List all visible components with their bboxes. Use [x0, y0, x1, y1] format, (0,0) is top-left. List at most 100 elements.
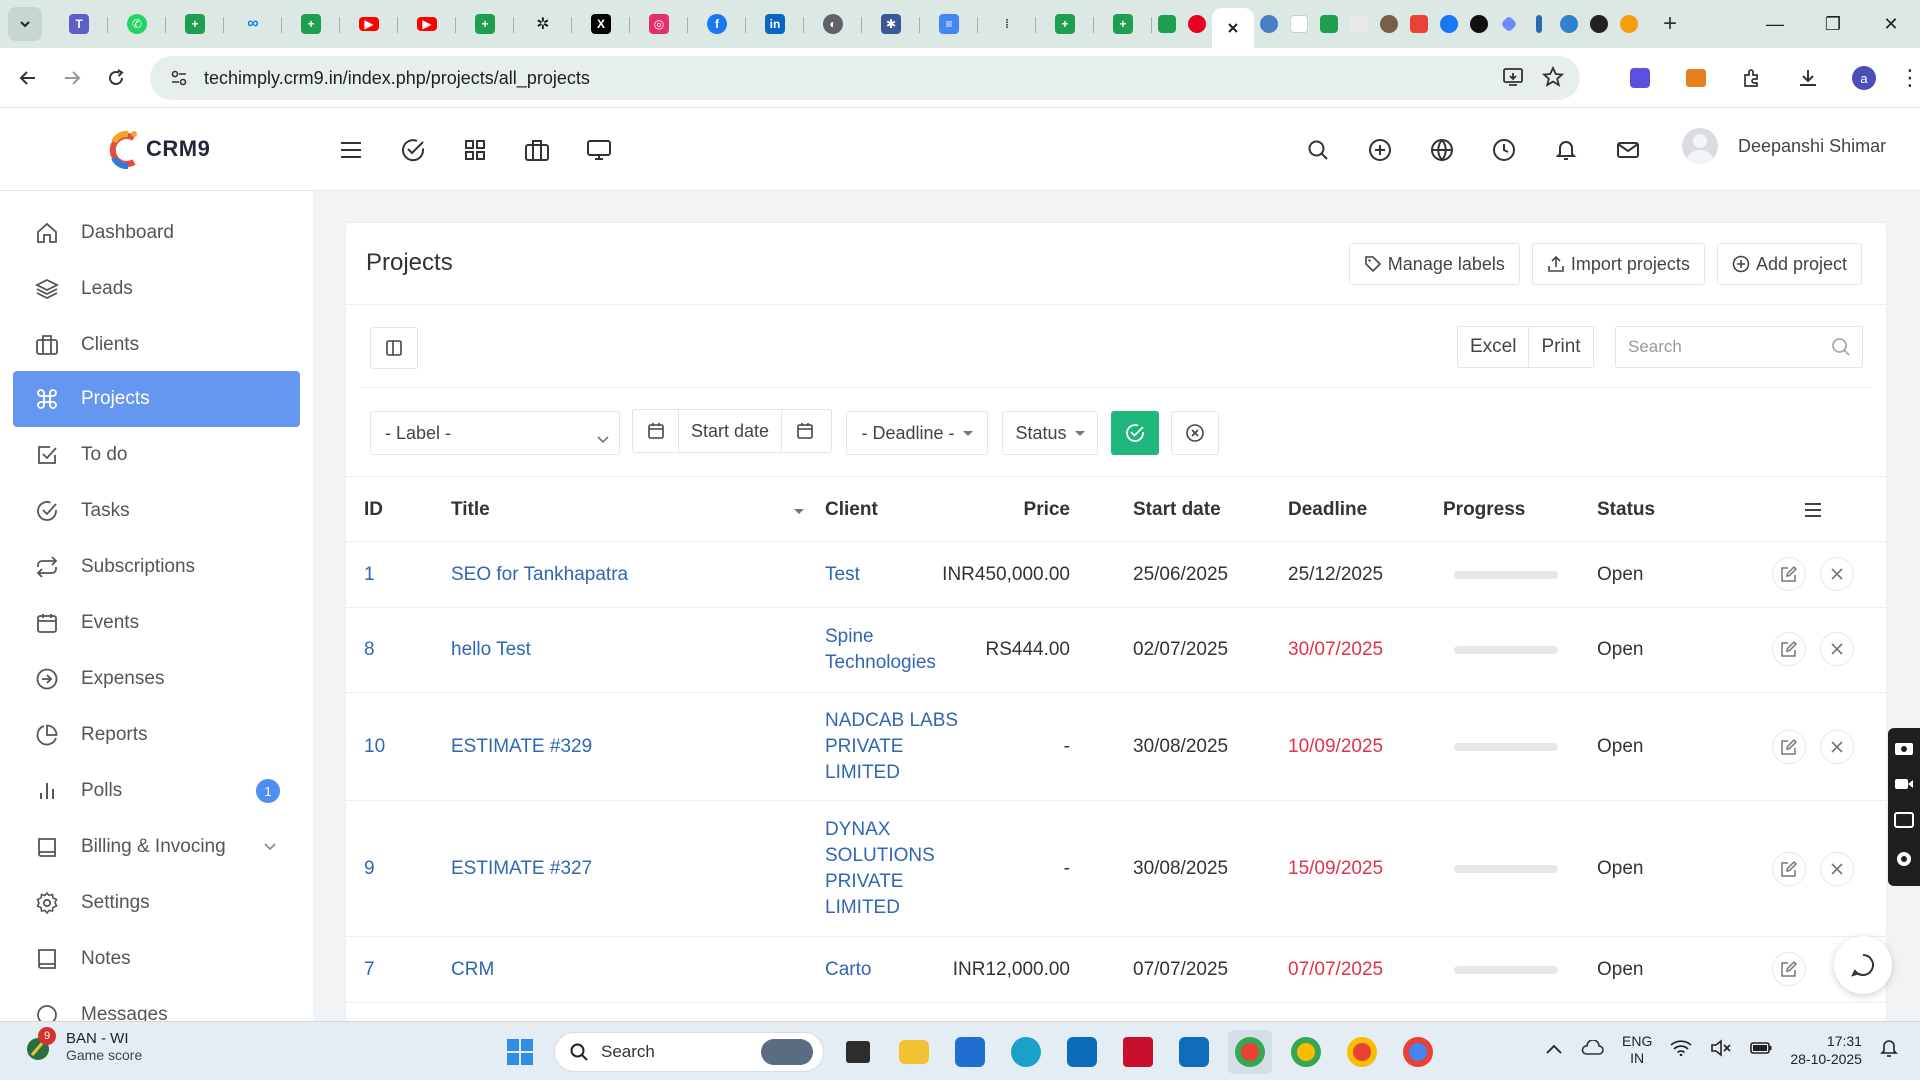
tab-gemini-icon[interactable] — [1494, 9, 1524, 39]
cell-title[interactable]: CRM — [451, 957, 494, 983]
grid-icon[interactable] — [457, 132, 493, 168]
cell-title[interactable]: ESTIMATE #327 — [451, 856, 592, 882]
tab-info-icon[interactable] — [1524, 9, 1554, 39]
monitor-icon[interactable] — [581, 132, 617, 168]
tab-sheets-icon[interactable]: + — [282, 5, 340, 43]
tab-sheets-icon[interactable]: + — [166, 5, 224, 43]
language-indicator[interactable]: ENG IN — [1622, 1033, 1652, 1067]
status-filter[interactable]: Status — [1002, 411, 1098, 455]
delete-icon[interactable] — [1820, 730, 1854, 764]
tab-amazon-icon[interactable] — [1284, 9, 1314, 39]
col-price[interactable]: Price — [966, 499, 1070, 521]
tab-youtube-icon[interactable]: ▶ — [340, 5, 398, 43]
crm9-logo[interactable]: CRM9 — [106, 128, 210, 170]
delete-icon[interactable] — [1820, 557, 1854, 591]
sidebar-item-messages[interactable]: Messages — [13, 987, 300, 1021]
tab-puzzle-icon[interactable]: ✱ — [862, 5, 920, 43]
sidebar-item-billing[interactable]: Billing & Invocing — [13, 819, 300, 875]
taskbar-search[interactable]: Search — [554, 1032, 824, 1072]
weather-widget[interactable]: 9 BAN - WI Game score — [24, 1026, 142, 1063]
tab-meta-icon[interactable]: ∞ — [224, 5, 282, 43]
settings-gear-icon[interactable] — [1894, 849, 1914, 874]
search-input[interactable] — [1628, 337, 1818, 357]
tab-facebook-icon[interactable]: f — [688, 5, 746, 43]
edit-icon[interactable] — [1772, 730, 1806, 764]
plus-circle-icon[interactable] — [1362, 132, 1398, 168]
notifications-bell-icon[interactable] — [1880, 1038, 1898, 1063]
tab-youtube-icon[interactable]: ▶ — [398, 5, 456, 43]
tab-gmail-icon[interactable] — [1404, 9, 1434, 39]
cell-id[interactable]: 10 — [364, 734, 385, 760]
tab-x-icon[interactable]: X — [572, 5, 630, 43]
mail-icon[interactable] — [1610, 132, 1646, 168]
edit-icon[interactable] — [1772, 852, 1806, 886]
reload-icon[interactable] — [94, 56, 138, 100]
microsoft-store-icon[interactable] — [948, 1030, 992, 1074]
new-tab-button[interactable]: + — [1652, 6, 1688, 42]
search-icon[interactable] — [1830, 336, 1852, 358]
cell-id[interactable]: 7 — [364, 957, 375, 983]
tab-refresh-icon[interactable] — [1254, 9, 1284, 39]
tab-globe-icon[interactable]: ◐ — [804, 5, 862, 43]
sidebar-item-events[interactable]: Events — [13, 595, 300, 651]
speaker-muted-icon[interactable] — [1710, 1038, 1732, 1062]
hamburger-menu-icon[interactable] — [333, 132, 369, 168]
deadline-filter[interactable]: - Deadline - — [846, 411, 988, 455]
import-projects-button[interactable]: Import projects — [1531, 243, 1705, 285]
dell-icon[interactable] — [1060, 1030, 1104, 1074]
user-menu[interactable]: Deepanshi Shimar — [1682, 128, 1886, 164]
sidebar-item-todo[interactable]: To do — [13, 427, 300, 483]
tab-sheets-icon[interactable]: + — [456, 5, 514, 43]
tab-extension-icon[interactable]: ⁞ — [978, 5, 1036, 43]
sidebar-item-clients[interactable]: Clients — [13, 317, 300, 373]
close-window-icon[interactable]: ✕ — [1862, 0, 1920, 48]
columns-menu-icon[interactable] — [1803, 501, 1823, 524]
tab-close-icon[interactable] — [1226, 21, 1240, 35]
bookmark-star-icon[interactable] — [1542, 66, 1564, 88]
col-client[interactable]: Client — [825, 499, 878, 521]
outlook-icon[interactable] — [1172, 1030, 1216, 1074]
briefcase-icon[interactable] — [519, 132, 555, 168]
cell-client[interactable]: Carto — [825, 957, 871, 983]
tab-meta-icon[interactable] — [1434, 9, 1464, 39]
chrome-profile-ad-icon[interactable] — [1396, 1030, 1440, 1074]
mcafee-icon[interactable] — [1116, 1030, 1160, 1074]
downloads-icon[interactable] — [1788, 58, 1828, 98]
profile-avatar-icon[interactable]: a — [1844, 58, 1884, 98]
sidebar-item-notes[interactable]: Notes — [13, 931, 300, 987]
minimize-icon[interactable]: — — [1746, 0, 1804, 48]
start-date-label[interactable]: Start date — [679, 421, 781, 442]
forward-icon[interactable] — [50, 56, 94, 100]
tab-sheets-icon[interactable]: + — [1036, 5, 1094, 43]
maximize-icon[interactable]: ❐ — [1804, 0, 1862, 48]
chrome-profile-a2-icon[interactable] — [1340, 1030, 1384, 1074]
tab-docs-icon[interactable]: ≡ — [920, 5, 978, 43]
tab-whatsapp-icon[interactable]: ✆ — [108, 5, 166, 43]
tab-sheets-icon[interactable] — [1152, 9, 1182, 39]
clear-filter-button[interactable] — [1171, 411, 1219, 455]
manage-labels-button[interactable]: Manage labels — [1348, 243, 1520, 285]
col-start-date[interactable]: Start date — [1133, 499, 1221, 521]
back-icon[interactable] — [6, 56, 50, 100]
install-app-icon[interactable] — [1502, 66, 1524, 88]
tab-openai-icon[interactable] — [1464, 9, 1494, 39]
cell-title[interactable]: hello Test — [451, 637, 531, 663]
tab-crm9-icon[interactable] — [1614, 9, 1644, 39]
col-status[interactable]: Status — [1597, 499, 1655, 521]
tab-openai-icon[interactable]: ✲ — [514, 5, 572, 43]
sort-caret-icon[interactable] — [794, 509, 804, 514]
calendar-next-icon[interactable] — [781, 410, 827, 452]
tab-sheets-icon[interactable] — [1314, 9, 1344, 39]
sidebar-item-settings[interactable]: Settings — [13, 875, 300, 931]
delete-icon[interactable] — [1820, 632, 1854, 666]
sidebar-item-projects[interactable]: Projects — [13, 371, 300, 427]
onedrive-cloud-icon[interactable] — [1580, 1038, 1604, 1061]
tab-sheets-icon[interactable]: + — [1094, 5, 1152, 43]
tab-blank-icon[interactable] — [1344, 9, 1374, 39]
search-icon[interactable] — [1300, 132, 1336, 168]
tab-instagram-icon[interactable]: ◎ — [630, 5, 688, 43]
address-bar[interactable]: techimply.crm9.in/index.php/projects/all… — [150, 56, 1580, 100]
tab-teams-icon[interactable]: T — [50, 5, 108, 43]
extensions-puzzle-icon[interactable] — [1732, 58, 1772, 98]
cell-client[interactable]: Test — [825, 562, 860, 588]
